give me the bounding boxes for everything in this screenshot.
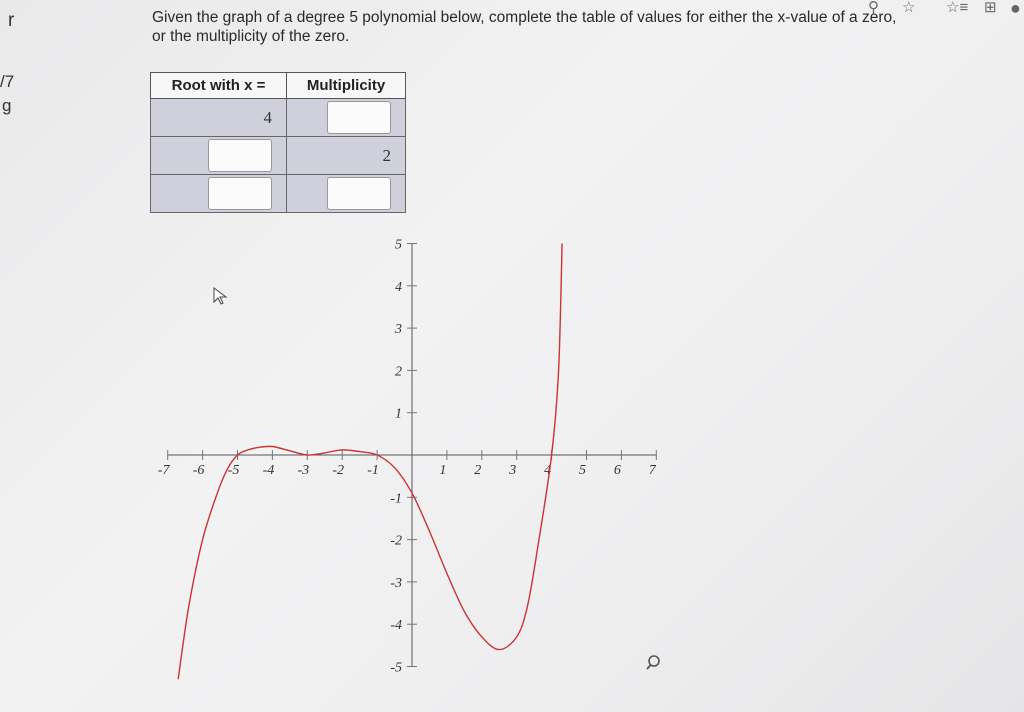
- y-tick-label: -1: [390, 491, 402, 506]
- x-tick-label: -7: [158, 463, 171, 478]
- graph-axes: [167, 243, 657, 667]
- x-tick-label: 1: [439, 463, 446, 478]
- x-tick-label: 7: [649, 463, 657, 478]
- x-tick-label: -3: [297, 463, 309, 478]
- x-tick-label: -1: [367, 463, 379, 478]
- y-tick-label: 4: [395, 280, 402, 295]
- y-tick-label: -3: [390, 576, 402, 591]
- x-tick-label: -4: [263, 463, 275, 478]
- x-tick-label: -6: [193, 463, 205, 478]
- x-tick-label: -2: [332, 463, 344, 478]
- polynomial-curve: [177, 243, 563, 680]
- graph-tick-labels: -7 -6 -5 -4 -3 -2 -1 1 2 3 4 5 6 754321-1-2-3-4-5: [158, 238, 657, 676]
- x-tick-label: 3: [508, 463, 516, 478]
- x-tick-label: 2: [474, 463, 481, 478]
- mouse-cursor-icon: [213, 287, 228, 305]
- y-tick-label: 1: [395, 407, 402, 422]
- y-tick-label: -5: [390, 661, 402, 676]
- y-tick-label: -4: [390, 618, 402, 633]
- y-tick-label: 3: [394, 322, 402, 337]
- y-tick-label: 2: [395, 364, 402, 379]
- y-tick-label: -2: [390, 534, 402, 549]
- x-tick-label: 6: [614, 463, 621, 478]
- polynomial-graph: -7 -6 -5 -4 -3 -2 -1 1 2 3 4 5 6 754321-1-2-3-4-5: [158, 238, 657, 680]
- zoom-icon[interactable]: [646, 654, 664, 672]
- x-tick-label: 5: [579, 463, 586, 478]
- y-tick-label: 5: [395, 238, 402, 253]
